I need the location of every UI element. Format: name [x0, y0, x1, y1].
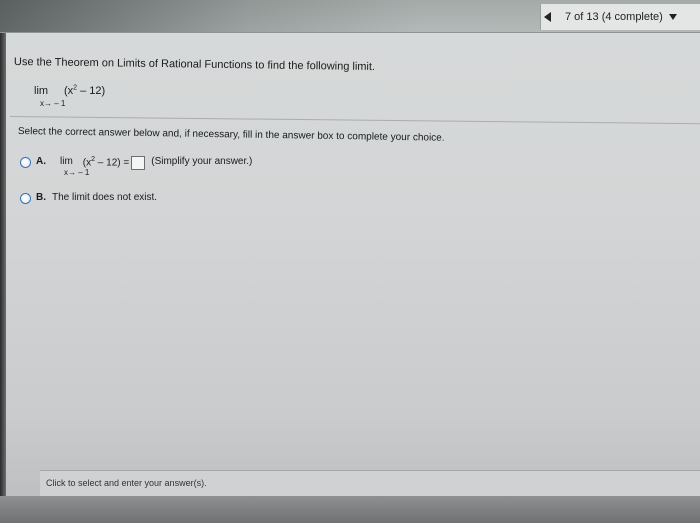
status-bar: Click to select and enter your answer(s)…: [40, 470, 700, 497]
choice-a-function-tail: – 12) =: [95, 157, 130, 169]
choice-b-text: The limit does not exist.: [52, 192, 158, 203]
choice-a[interactable]: A. lim x→ – 1 (x2 – 12) = (Simplify your…: [20, 156, 253, 177]
lim-function-base: (x: [64, 84, 74, 97]
select-instruction: Select the correct answer below and, if …: [17, 126, 445, 144]
lim-word: lim: [34, 84, 49, 97]
choice-a-letter: A.: [36, 156, 46, 167]
choice-a-hint: (Simplify your answer.): [151, 156, 253, 167]
progress-text: 7 of 13 (4 complete): [565, 11, 663, 23]
choice-a-lim-word: lim: [60, 156, 73, 167]
choice-a-function: (x2 – 12) =: [83, 156, 129, 168]
question-content: Use the Theorem on Limits of Rational Fu…: [9, 46, 700, 466]
top-bar: 7 of 13 (4 complete): [0, 0, 700, 33]
answer-input-box[interactable]: [131, 156, 146, 170]
lim-function: (x2 – 12): [64, 84, 106, 97]
question-progress[interactable]: 7 of 13 (4 complete): [540, 4, 700, 30]
choice-a-function-base: (x: [82, 157, 92, 169]
choice-a-radio[interactable]: [20, 157, 31, 168]
lim-subscript: x→ – 1: [40, 99, 66, 108]
screen-bottom-edge: [0, 496, 700, 523]
screen: 7 of 13 (4 complete) Use the Theorem on …: [0, 0, 700, 523]
question-instruction: Use the Theorem on Limits of Rational Fu…: [13, 56, 376, 74]
choice-a-lim-subscript: x→ – 1: [64, 168, 90, 177]
triangle-left-icon[interactable]: [544, 12, 551, 22]
status-text: Click to select and enter your answer(s)…: [46, 478, 207, 488]
choice-b-radio[interactable]: [20, 193, 31, 204]
limit-expression: lim (x2 – 12) x→ – 1: [34, 84, 106, 108]
screen-bezel: [0, 0, 6, 523]
choice-a-limit: lim x→ – 1: [60, 156, 89, 177]
choice-b-letter: B.: [36, 192, 46, 203]
triangle-down-icon[interactable]: [668, 14, 677, 20]
choice-b[interactable]: B. The limit does not exist.: [20, 192, 157, 204]
section-divider: [9, 116, 700, 125]
lim-function-tail: – 12): [77, 84, 106, 97]
